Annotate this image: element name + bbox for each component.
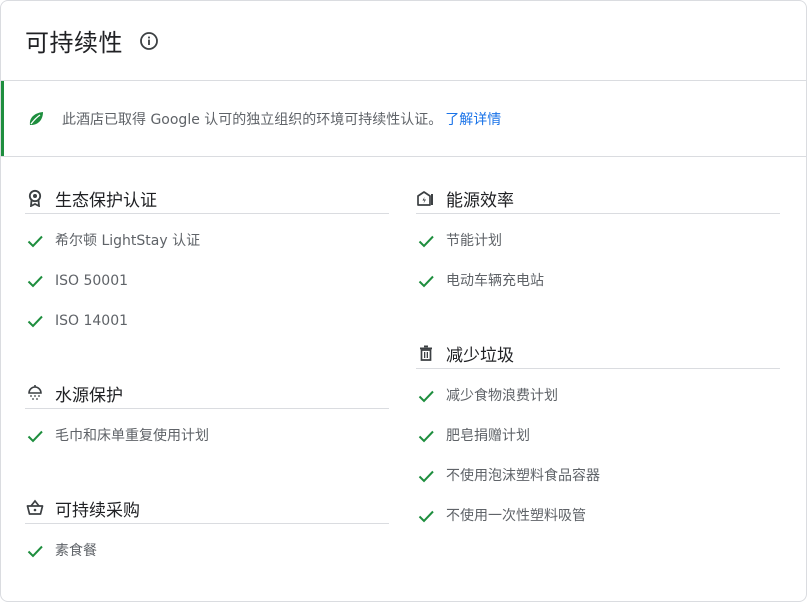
section-items: 希尔顿 LightStay 认证 ISO 50001 ISO 14001 (25, 214, 389, 352)
section-header: 生态保护认证 (25, 157, 389, 214)
list-item: ISO 14001 (25, 312, 389, 352)
check-icon (417, 272, 435, 290)
item-label: 不使用泡沫塑料食品容器 (446, 468, 600, 484)
check-icon (417, 507, 435, 525)
banner-accent-bar (1, 81, 4, 156)
list-item: 毛巾和床单重复使用计划 (25, 427, 389, 467)
trash-icon (417, 344, 435, 362)
item-label: 减少食物浪费计划 (446, 388, 558, 404)
check-icon (417, 467, 435, 485)
item-label: ISO 50001 (55, 273, 129, 289)
item-label: 节能计划 (446, 233, 502, 249)
section-heading: 减少垃圾 (416, 338, 514, 368)
section-header: 水源保护 (25, 352, 389, 409)
section-header: 可持续采购 (25, 467, 389, 524)
item-label: 电动车辆充电站 (446, 273, 544, 289)
check-icon (417, 427, 435, 445)
section-left-1: 水源保护毛巾和床单重复使用计划 (25, 352, 389, 467)
check-icon (417, 232, 435, 250)
check-icon (26, 312, 44, 330)
section-left-0: 生态保护认证希尔顿 LightStay 认证 ISO 50001 ISO 14001 (25, 157, 389, 352)
check-icon (26, 272, 44, 290)
leaf-icon (27, 110, 45, 128)
banner-text: 此酒店已取得 Google 认可的独立组织的环境可持续性认证。 了解详情 (62, 109, 501, 129)
sustainability-card: 可持续性 此酒店已取得 Google 认可的独立组织的环境可持续性认证。 了解详情… (0, 0, 807, 602)
card-header: 可持续性 (1, 1, 806, 81)
item-label: 素食餐 (55, 543, 97, 559)
section-left-2: 可持续采购 素食餐 (25, 467, 389, 582)
banner-message: 此酒店已取得 Google 认可的独立组织的环境可持续性认证。 (62, 111, 443, 128)
basket-icon (26, 499, 44, 517)
left-column: 生态保护认证希尔顿 LightStay 认证 ISO 50001 ISO 14001… (25, 157, 389, 582)
learn-more-link[interactable]: 了解详情 (445, 112, 501, 128)
sections-columns: 生态保护认证希尔顿 LightStay 认证 ISO 50001 ISO 14001… (1, 157, 806, 597)
section-items: 素食餐 (25, 524, 389, 582)
list-item: 肥皂捐赠计划 (416, 427, 780, 467)
right-column: 能源效率节能计划电动车辆充电站减少垃圾减少食物浪费计划 肥皂捐赠计划不使用泡沫塑料… (416, 157, 780, 547)
section-right-1: 减少垃圾减少食物浪费计划 肥皂捐赠计划不使用泡沫塑料食品容器 不使用一次性塑料吸管 (416, 312, 780, 547)
section-header: 能源效率 (416, 157, 780, 214)
section-right-0: 能源效率节能计划电动车辆充电站 (416, 157, 780, 312)
section-header: 减少垃圾 (416, 312, 780, 369)
item-label: 不使用一次性塑料吸管 (446, 508, 586, 524)
list-item: 电动车辆充电站 (416, 272, 780, 312)
section-items: 减少食物浪费计划 肥皂捐赠计划不使用泡沫塑料食品容器 不使用一次性塑料吸管 (416, 369, 780, 547)
section-title: 能源效率 (446, 190, 514, 211)
check-icon (26, 232, 44, 250)
list-item: 素食餐 (25, 542, 389, 582)
certification-banner: 此酒店已取得 Google 认可的独立组织的环境可持续性认证。 了解详情 (1, 81, 806, 157)
section-title: 可持续采购 (55, 500, 140, 521)
list-item: 节能计划 (416, 232, 780, 272)
list-item: 不使用一次性塑料吸管 (416, 507, 780, 547)
shower-icon (26, 384, 44, 402)
list-item: 不使用泡沫塑料食品容器 (416, 467, 780, 507)
item-label: 肥皂捐赠计划 (446, 428, 530, 444)
item-label: 毛巾和床单重复使用计划 (55, 428, 209, 444)
check-icon (26, 542, 44, 560)
section-heading: 生态保护认证 (25, 183, 157, 213)
section-heading: 能源效率 (416, 183, 514, 213)
list-item: 减少食物浪费计划 (416, 387, 780, 427)
section-heading: 水源保护 (25, 378, 123, 408)
section-items: 毛巾和床单重复使用计划 (25, 409, 389, 467)
item-label: ISO 14001 (55, 313, 129, 329)
check-icon (417, 387, 435, 405)
list-item: 希尔顿 LightStay 认证 (25, 232, 389, 272)
check-icon (26, 427, 44, 445)
section-items: 节能计划电动车辆充电站 (416, 214, 780, 312)
badge-icon (26, 189, 44, 207)
info-icon[interactable] (139, 31, 159, 51)
section-title: 生态保护认证 (55, 190, 157, 211)
list-item: ISO 50001 (25, 272, 389, 312)
page-title: 可持续性 (25, 29, 123, 57)
section-heading: 可持续采购 (25, 493, 140, 523)
item-label: 希尔顿 LightStay 认证 (55, 233, 201, 249)
section-title: 减少垃圾 (446, 345, 514, 366)
section-title: 水源保护 (55, 385, 123, 406)
house-energy-icon (417, 189, 435, 207)
